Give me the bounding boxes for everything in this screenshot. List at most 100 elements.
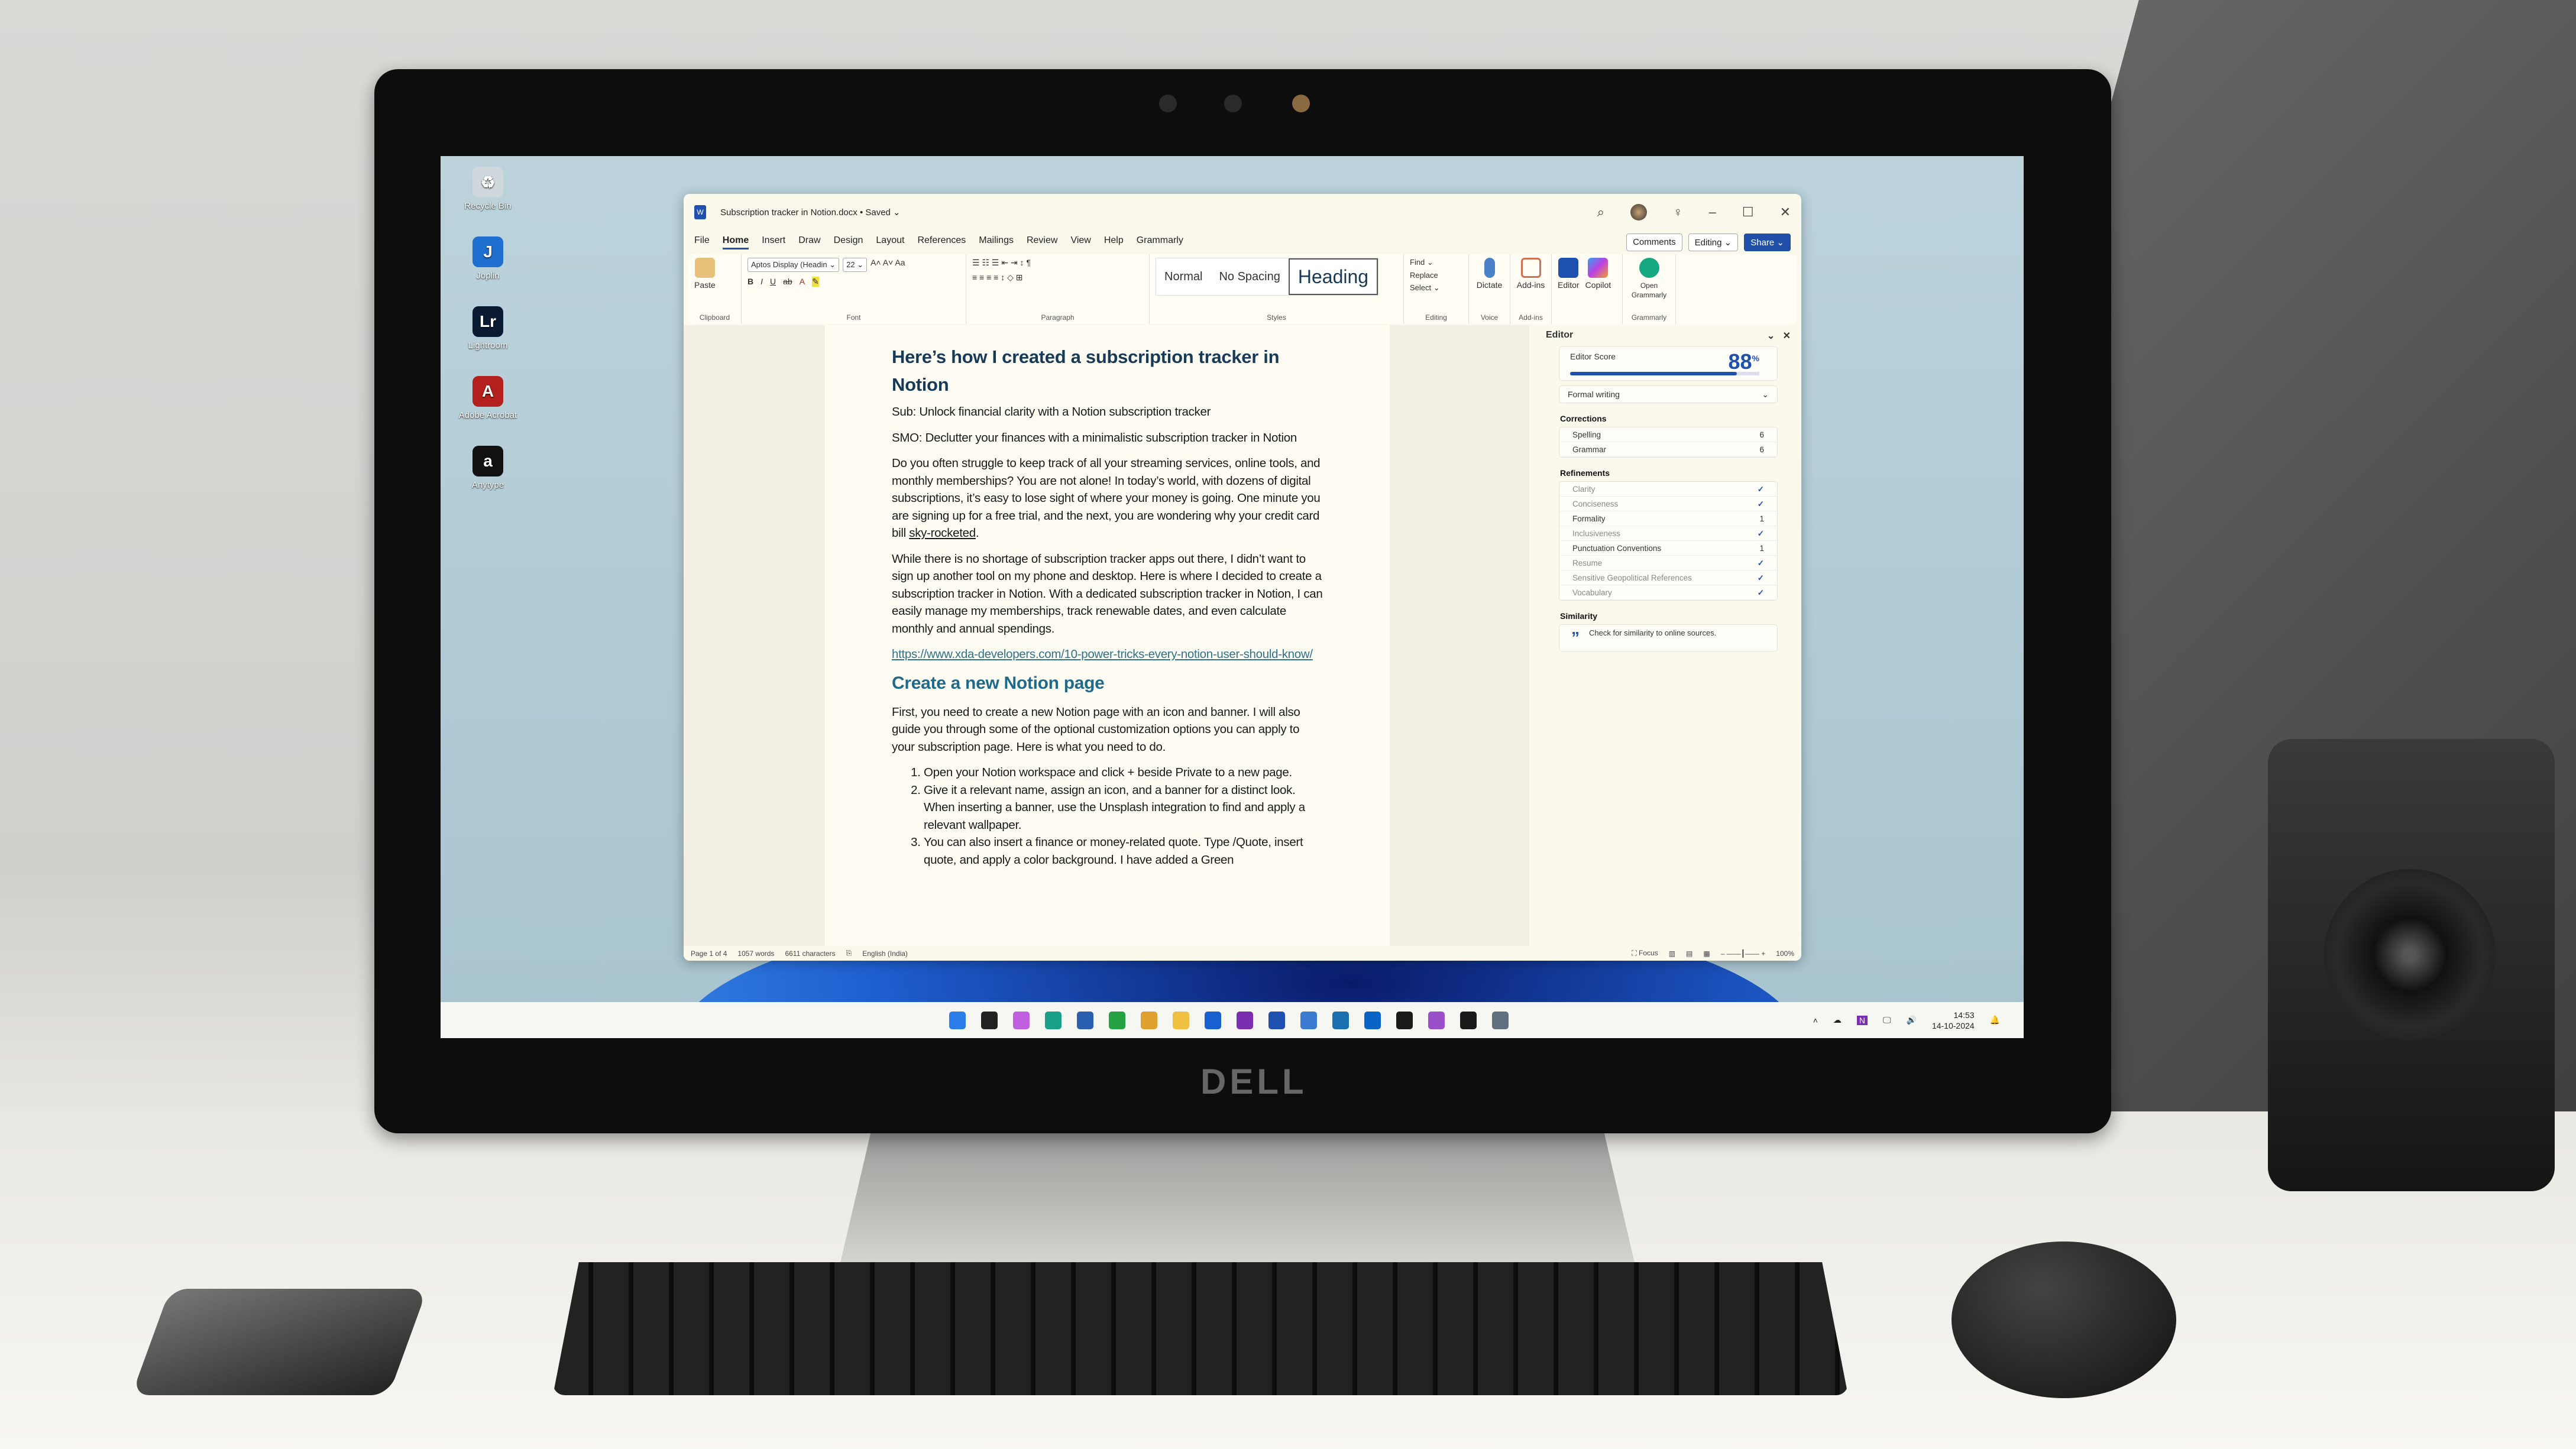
settings-icon[interactable] — [1492, 1011, 1509, 1029]
word-icon[interactable] — [1268, 1011, 1285, 1029]
chevron-up-icon[interactable]: ˄ — [1813, 1016, 1818, 1025]
terminal-icon[interactable] — [981, 1011, 998, 1029]
proofing-icon[interactable]: ⎘ — [846, 949, 852, 958]
app-icon[interactable] — [1428, 1011, 1445, 1029]
grow-font-icon[interactable]: A˄ A˅ Aa — [870, 258, 905, 272]
flagged-word[interactable]: sky-rocketed — [909, 526, 976, 540]
tab-layout[interactable]: Layout — [876, 235, 904, 249]
store-icon[interactable] — [1077, 1011, 1093, 1029]
bold-button[interactable]: B — [747, 277, 753, 287]
file-explorer-icon[interactable] — [1173, 1011, 1189, 1029]
desktop-icon[interactable]: Lr Lightroom — [452, 306, 523, 351]
editor-button[interactable]: Editor — [1558, 258, 1580, 290]
desktop-icon[interactable]: ♻ Recycle Bin — [452, 167, 523, 211]
editor-category[interactable]: Clarity ✓ — [1559, 482, 1777, 497]
tab-file[interactable]: File — [694, 235, 710, 249]
slack-icon[interactable] — [1141, 1011, 1157, 1029]
align-buttons[interactable]: ≡ ≡ ≡ ≡ ↕ ◇ ⊞ — [972, 273, 1023, 283]
similarity-check-button[interactable]: ” Check for similarity to online sources. — [1559, 624, 1778, 651]
style-heading[interactable]: Heading — [1288, 258, 1378, 295]
word-count[interactable]: 1057 words — [737, 949, 774, 958]
tab-design[interactable]: Design — [834, 235, 863, 249]
tab-home[interactable]: Home — [722, 235, 749, 249]
document-title[interactable]: Subscription tracker in Notion.docx • Sa… — [720, 207, 901, 218]
select-button[interactable]: Select ⌄ — [1410, 283, 1440, 293]
tab-grammarly[interactable]: Grammarly — [1137, 235, 1183, 249]
clock[interactable]: 14:53 14-10-2024 — [1932, 1010, 1975, 1031]
open-grammarly-button[interactable]: Open Grammarly Grammarly — [1623, 254, 1676, 324]
notification-bell-icon[interactable]: 🔔 — [1990, 1015, 2000, 1025]
onenote-icon[interactable] — [1237, 1011, 1253, 1029]
character-count[interactable]: 6611 characters — [785, 949, 835, 958]
minimize-button[interactable]: – — [1709, 205, 1716, 220]
avatar[interactable] — [1630, 204, 1648, 221]
editor-category[interactable]: Resume ✓ — [1559, 556, 1777, 570]
read-mode-icon[interactable]: ▥ — [1669, 949, 1675, 958]
replace-button[interactable]: Replace — [1410, 271, 1438, 280]
tab-references[interactable]: References — [917, 235, 966, 249]
photos-icon[interactable] — [1300, 1011, 1317, 1029]
web-layout-icon[interactable]: ▦ — [1703, 949, 1710, 958]
list-buttons[interactable]: ☰ ☷ ☰ ⇤ ⇥ ↕ ¶ — [972, 258, 1031, 268]
font-color-button[interactable]: A — [800, 277, 805, 287]
dictate-button[interactable]: Dictate Voice — [1469, 254, 1510, 324]
editor-score-card[interactable]: Editor Score 88% — [1559, 346, 1778, 381]
steam-icon[interactable] — [1332, 1011, 1349, 1029]
font-size-select[interactable]: 22 ⌄ — [843, 258, 868, 272]
onenote-tray-icon[interactable]: N — [1856, 1015, 1868, 1025]
figma-icon[interactable] — [1396, 1011, 1413, 1029]
close-button[interactable]: ✕ — [1780, 205, 1791, 220]
comments-button[interactable]: Comments — [1626, 234, 1682, 251]
find-button[interactable]: Find ⌄ — [1410, 258, 1433, 267]
style-no-spacing[interactable]: No Spacing — [1211, 270, 1288, 284]
tab-help[interactable]: Help — [1104, 235, 1124, 249]
italic-button[interactable]: I — [760, 277, 763, 287]
desktop-icon[interactable]: a Anytype — [452, 446, 523, 490]
copilot-icon[interactable] — [1013, 1011, 1030, 1029]
1password-icon[interactable] — [1205, 1011, 1221, 1029]
strikethrough-button[interactable]: ab — [783, 277, 792, 287]
onedrive-icon[interactable]: ☁ — [1833, 1015, 1842, 1025]
tab-view[interactable]: View — [1070, 235, 1090, 249]
font-name-select[interactable]: Aptos Display (Headin ⌄ — [747, 258, 840, 272]
page-count[interactable]: Page 1 of 4 — [691, 949, 727, 958]
editor-category[interactable]: Inclusiveness ✓ — [1559, 526, 1777, 541]
editor-category[interactable]: Spelling 6 — [1559, 427, 1777, 442]
pane-controls[interactable]: ⌄ ✕ — [1767, 330, 1791, 342]
search-icon[interactable]: ⌕ — [1597, 205, 1604, 220]
writing-mode-select[interactable]: Formal writing ⌄ — [1559, 385, 1778, 403]
editing-button[interactable]: Editing ⌄ — [1688, 234, 1739, 251]
print-layout-icon[interactable]: ▤ — [1686, 949, 1692, 958]
editor-category[interactable]: Punctuation Conventions 1 — [1559, 541, 1777, 556]
davinci-icon[interactable] — [1460, 1011, 1477, 1029]
style-normal[interactable]: Normal — [1156, 270, 1211, 284]
editor-category[interactable]: Vocabulary ✓ — [1559, 585, 1777, 600]
hyperlink[interactable]: https://www.xda-developers.com/10-power-… — [892, 646, 1323, 663]
lightbulb-icon[interactable]: ♀ — [1673, 205, 1683, 220]
underline-button[interactable]: U — [770, 277, 776, 287]
tab-draw[interactable]: Draw — [798, 235, 820, 249]
zoom-level[interactable]: 100% — [1776, 949, 1794, 958]
highlight-button[interactable]: ✎ — [812, 277, 819, 287]
copilot-button[interactable]: Copilot — [1585, 258, 1611, 290]
share-button[interactable]: Share ⌄ — [1744, 234, 1791, 251]
add-ins-button[interactable]: Add-ins Add-ins — [1510, 254, 1552, 324]
editor-category[interactable]: Conciseness ✓ — [1559, 497, 1777, 511]
editor-category[interactable]: Formality 1 — [1559, 511, 1777, 526]
desktop-icon[interactable]: J Joplin — [452, 236, 523, 281]
zoom-slider[interactable]: – ——┃—— + — [1721, 949, 1766, 958]
volume-icon[interactable]: 🔊 — [1907, 1015, 1917, 1025]
tab-insert[interactable]: Insert — [762, 235, 785, 249]
paste-button[interactable]: Paste — [694, 258, 716, 290]
windows-start-icon[interactable] — [949, 1011, 966, 1029]
language[interactable]: English (India) — [862, 949, 908, 958]
editor-category[interactable]: Sensitive Geopolitical References ✓ — [1559, 570, 1777, 585]
network-icon[interactable]: 🖵 — [1883, 1015, 1891, 1025]
focus-button[interactable]: ⛶ Focus — [1632, 949, 1658, 958]
document-page[interactable]: Here’s how I created a subscription trac… — [825, 325, 1390, 946]
tab-mailings[interactable]: Mailings — [979, 235, 1014, 249]
editor-category[interactable]: Grammar 6 — [1559, 442, 1777, 457]
desktop-icon[interactable]: A Adobe Acrobat — [452, 376, 523, 420]
outlook-icon[interactable] — [1364, 1011, 1381, 1029]
whatsapp-icon[interactable] — [1109, 1011, 1125, 1029]
